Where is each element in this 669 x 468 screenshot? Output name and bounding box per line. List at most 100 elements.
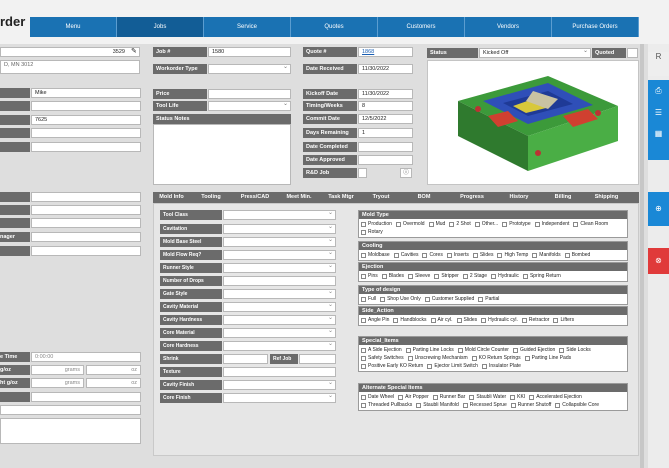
option-checkbox[interactable]: Bombed — [564, 251, 590, 259]
option-checkbox[interactable]: A Side Ejection — [361, 346, 402, 354]
option-checkbox[interactable]: Date Wheel — [361, 393, 394, 401]
checkbox-box[interactable] — [361, 355, 366, 361]
tab-bom[interactable]: BOM — [400, 192, 448, 203]
workorder-type-select[interactable] — [208, 64, 291, 74]
commit-date-field[interactable]: 12/5/2022 — [358, 114, 413, 124]
sidebar-top-tab[interactable]: R — [648, 52, 669, 76]
cavity-material-select[interactable] — [223, 301, 336, 312]
option-checkbox[interactable]: Positive Early KO Return — [361, 362, 423, 370]
quote-number-link[interactable]: 1868 — [358, 47, 413, 57]
tab-shipping[interactable]: Shipping — [584, 192, 629, 203]
checkbox-box[interactable] — [427, 363, 433, 369]
checkbox-box[interactable] — [573, 221, 579, 227]
core-material-select[interactable] — [223, 327, 336, 338]
gate-style-select[interactable] — [223, 288, 336, 299]
option-checkbox[interactable]: KO Return Springs — [471, 354, 521, 362]
left-field-14[interactable] — [31, 392, 141, 402]
option-checkbox[interactable]: Hydraulic cyl. — [481, 316, 518, 324]
option-checkbox[interactable]: Insulator Plate — [481, 362, 521, 370]
cavity-hardness-select[interactable] — [223, 314, 336, 325]
option-checkbox[interactable]: Angle Pin — [361, 316, 389, 324]
tool-life-select[interactable] — [208, 101, 291, 111]
checkbox-box[interactable] — [555, 402, 561, 408]
customer-id-field[interactable]: 3529 — [0, 47, 140, 57]
left-field-6[interactable] — [31, 192, 141, 202]
option-checkbox[interactable]: Unscrewing Mechanism — [407, 354, 468, 362]
checkbox-box[interactable] — [510, 402, 516, 408]
checkbox-box[interactable] — [430, 317, 436, 323]
option-checkbox[interactable]: Cores — [422, 251, 443, 259]
checkbox-box[interactable] — [512, 347, 518, 353]
number-of-drops-field[interactable] — [223, 276, 336, 286]
option-checkbox[interactable]: 2 Stage — [462, 272, 487, 280]
checkbox-box[interactable] — [361, 317, 366, 323]
tab-meet-min[interactable]: Meet Min. — [278, 192, 320, 203]
option-checkbox[interactable]: Other... — [474, 220, 498, 228]
checkbox-box[interactable] — [478, 296, 484, 302]
left-field-8[interactable] — [31, 218, 141, 228]
option-checkbox[interactable]: Independent — [534, 220, 569, 228]
shot-grams-field[interactable]: grams — [31, 378, 84, 388]
checkbox-box[interactable] — [361, 394, 366, 400]
zip-field[interactable]: 7625 — [31, 115, 141, 125]
checkbox-box[interactable] — [361, 252, 366, 258]
option-checkbox[interactable]: Blades — [381, 272, 404, 280]
rd-job-checkbox[interactable] — [358, 168, 367, 178]
option-checkbox[interactable]: Mud — [428, 220, 445, 228]
mold-flow-req-select[interactable] — [223, 249, 336, 260]
checkbox-box[interactable] — [434, 273, 440, 279]
tab-task-mtgr[interactable]: Task Mtgr — [320, 192, 362, 203]
checkbox-box[interactable] — [529, 394, 535, 400]
option-checkbox[interactable]: Mold Circle Counter — [457, 346, 509, 354]
checkbox-box[interactable] — [491, 273, 497, 279]
sidebar-blue-panel[interactable]: ⎙ ☰ ▦ — [648, 80, 669, 160]
option-checkbox[interactable]: Overmold — [395, 220, 425, 228]
option-checkbox[interactable]: Sleeve — [408, 272, 430, 280]
manager-field[interactable] — [31, 232, 141, 242]
option-checkbox[interactable]: Accelerated Ejection — [529, 393, 582, 401]
checkbox-box[interactable] — [471, 355, 477, 361]
status-select[interactable]: Kicked Off — [479, 48, 591, 58]
kickoff-date-field[interactable]: 11/30/2022 — [358, 89, 413, 99]
quoted-checkbox[interactable] — [627, 48, 638, 58]
checkbox-box[interactable] — [481, 363, 487, 369]
weight-grams-field[interactable]: grams — [31, 365, 84, 375]
nav-quotes[interactable]: Quotes — [291, 17, 378, 37]
status-notes-textarea[interactable] — [153, 124, 291, 185]
option-checkbox[interactable]: Stripper — [434, 272, 459, 280]
nav-jobs[interactable]: Jobs — [117, 17, 204, 37]
option-checkbox[interactable]: Partial — [478, 295, 499, 303]
option-checkbox[interactable]: Prototype — [502, 220, 531, 228]
nav-vendors[interactable]: Vendors — [465, 17, 552, 37]
checkbox-box[interactable] — [446, 252, 452, 258]
checkbox-box[interactable] — [428, 221, 434, 227]
tool-class-select[interactable] — [223, 209, 336, 220]
checkbox-box[interactable] — [559, 347, 565, 353]
option-checkbox[interactable]: Slides — [456, 316, 477, 324]
job-time-field[interactable]: 0:00:00 — [31, 352, 141, 362]
date-approved-field[interactable] — [358, 155, 413, 165]
checkbox-box[interactable] — [395, 221, 401, 227]
date-received-field[interactable]: 11/30/2022 — [358, 64, 413, 74]
left-field-15[interactable] — [0, 405, 141, 415]
timing-weeks-field[interactable]: 8 — [358, 101, 413, 111]
option-checkbox[interactable]: Manifolds — [532, 251, 561, 259]
checkbox-box[interactable] — [361, 363, 366, 369]
option-checkbox[interactable]: Clean Room — [573, 220, 608, 228]
option-checkbox[interactable]: High Temp — [497, 251, 528, 259]
days-remaining-field[interactable]: 1 — [358, 128, 413, 138]
option-checkbox[interactable]: Cavities — [393, 251, 418, 259]
option-checkbox[interactable]: Moldbase — [361, 251, 390, 259]
cavitation-select[interactable] — [223, 223, 336, 234]
cavity-finish-select[interactable] — [223, 379, 336, 390]
checkbox-box[interactable] — [510, 394, 516, 400]
option-checkbox[interactable]: Guided Ejection — [512, 346, 555, 354]
option-checkbox[interactable]: Production — [361, 220, 392, 228]
option-checkbox[interactable]: Slides — [472, 251, 493, 259]
tab-mold-info[interactable]: Mold Info — [153, 192, 190, 203]
option-checkbox[interactable]: Lifters — [553, 316, 574, 324]
checkbox-box[interactable] — [361, 347, 366, 353]
tab-press-cad[interactable]: Press/CAD — [232, 192, 278, 203]
checkbox-box[interactable] — [361, 402, 366, 408]
print-icon[interactable]: ⎙ — [648, 86, 669, 96]
